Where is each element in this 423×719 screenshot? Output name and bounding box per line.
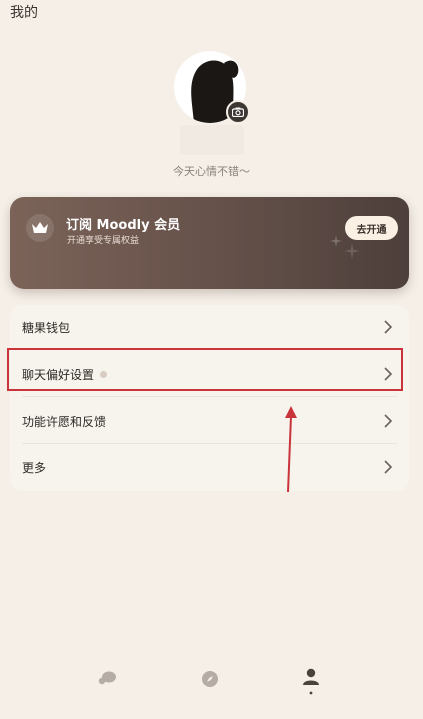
menu-item-label: 糖果钱包 [22,320,71,335]
vip-subscription-card[interactable]: 订阅 Moodly 会员 开通享受专属权益 去开通 [10,197,409,289]
menu-item-wallet[interactable]: 糖果钱包 [10,305,409,349]
chevron-right-icon [384,414,393,428]
open-membership-button[interactable]: 去开通 [345,216,398,240]
page-title: 我的 [10,5,38,21]
compass-icon[interactable] [199,668,221,690]
chevron-right-icon [384,460,393,474]
menu-item-feedback[interactable]: 功能许愿和反馈 [10,399,409,443]
person-icon[interactable] [300,666,322,700]
mood-text: 今天心情不错～ [173,165,250,178]
settings-menu: 糖果钱包 聊天偏好设置 功能许愿和反馈 更多 [10,305,409,491]
vip-subtitle: 开通享受专属权益 [67,236,140,246]
crown-icon [26,214,54,242]
highlight-box [7,348,403,391]
menu-item-label: 更多 [22,460,47,475]
chat-bubbles-icon[interactable] [96,668,118,690]
vip-title: 订阅 Moodly 会员 [66,218,181,233]
bottom-tab-bar [0,654,423,704]
divider [22,396,397,397]
avatar[interactable] [174,51,250,124]
divider [22,443,397,444]
camera-icon[interactable] [226,100,250,124]
sparkle-icon [344,243,360,259]
chevron-right-icon [384,320,393,334]
sparkle-icon [330,235,342,247]
menu-item-label: 功能许愿和反馈 [22,414,107,429]
username-placeholder [180,125,244,155]
menu-item-more[interactable]: 更多 [10,445,409,489]
